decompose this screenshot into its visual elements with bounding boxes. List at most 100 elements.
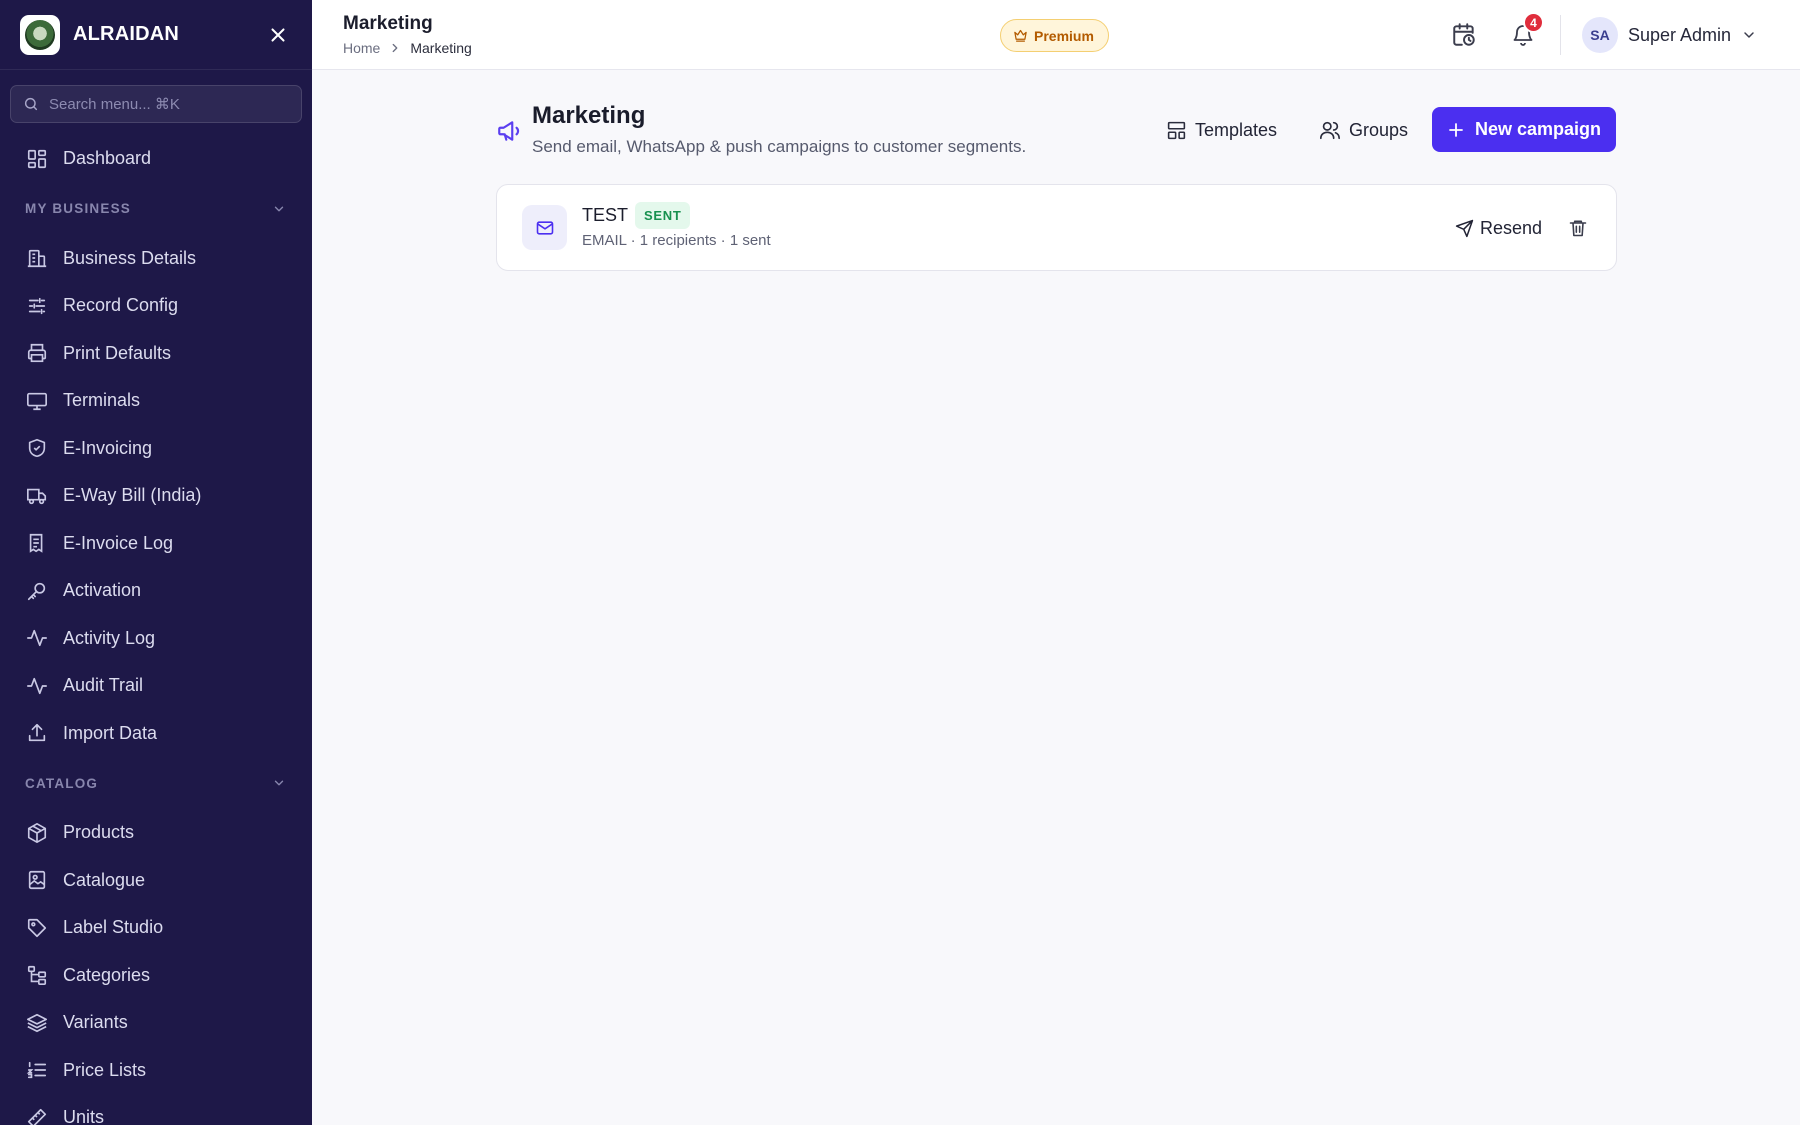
marketing-subtitle: Send email, WhatsApp & push campaigns to… bbox=[532, 137, 1027, 156]
crown-icon bbox=[1014, 29, 1027, 42]
monitor-icon bbox=[27, 392, 47, 410]
tag-icon bbox=[27, 918, 47, 937]
sidebar-item-catalogue[interactable]: Catalogue bbox=[0, 857, 312, 905]
key-icon bbox=[27, 582, 46, 600]
sidebar-item-label: Terminals bbox=[63, 390, 141, 411]
groups-button[interactable]: Groups bbox=[1309, 108, 1418, 152]
section-catalog[interactable]: CATALOG bbox=[0, 757, 312, 809]
sidebar-item-price-lists[interactable]: Price Lists bbox=[0, 1047, 312, 1095]
sidebar-item-print-defaults[interactable]: Print Defaults bbox=[0, 330, 312, 378]
breadcrumb-home[interactable]: Home bbox=[343, 40, 380, 56]
search-icon bbox=[24, 97, 38, 111]
page-title: Marketing bbox=[343, 13, 433, 34]
tree-icon bbox=[27, 966, 47, 986]
campaign-type-badge bbox=[522, 205, 567, 250]
sidebar-item-label: E-Way Bill (India) bbox=[63, 485, 202, 506]
sidebar-item-e-way-bill[interactable]: E-Way Bill (India) bbox=[0, 472, 312, 520]
sidebar-item-label: Business Details bbox=[63, 247, 197, 268]
marketing-title: Marketing bbox=[532, 102, 646, 129]
mail-icon bbox=[536, 220, 553, 235]
campaign-card[interactable]: TEST SENT EMAIL · 1 recipients · 1 sent … bbox=[496, 184, 1617, 271]
sidebar-item-label: E-Invoicing bbox=[63, 437, 153, 458]
sidebar-brand: ALRAIDAN bbox=[0, 0, 312, 70]
sidebar-item-label: Catalogue bbox=[63, 869, 146, 890]
section-my-business[interactable]: MY BUSINESS bbox=[0, 183, 312, 235]
templates-button[interactable]: Templates bbox=[1156, 108, 1287, 152]
sidebar-item-label: Label Studio bbox=[63, 917, 164, 938]
resend-button[interactable]: Resend bbox=[1455, 213, 1542, 243]
templates-label: Templates bbox=[1195, 119, 1278, 140]
chevron-right-icon bbox=[392, 43, 398, 53]
campaign-meta: EMAIL · 1 recipients · 1 sent bbox=[582, 232, 771, 249]
sidebar-item-label: Dashboard bbox=[63, 148, 152, 169]
printer-icon bbox=[27, 344, 47, 363]
template-layout-icon bbox=[1167, 121, 1186, 139]
sidebar-item-label: Audit Trail bbox=[63, 675, 144, 696]
sidebar-item-categories[interactable]: Categories bbox=[0, 952, 312, 1000]
sidebar-item-label: Variants bbox=[63, 1012, 128, 1033]
sidebar-item-label: Print Defaults bbox=[63, 342, 172, 363]
sidebar-item-label: Record Config bbox=[63, 295, 179, 316]
resend-label: Resend bbox=[1480, 217, 1543, 238]
delete-campaign-button[interactable] bbox=[1563, 213, 1593, 243]
dashboard-icon bbox=[27, 149, 47, 168]
close-sidebar-button[interactable] bbox=[264, 21, 292, 49]
sidebar-item-variants[interactable]: Variants bbox=[0, 999, 312, 1047]
campaign-name: TEST bbox=[582, 205, 629, 225]
brand-logo[interactable] bbox=[20, 14, 60, 55]
sidebar-item-dashboard[interactable]: Dashboard bbox=[0, 135, 312, 183]
schedule-button[interactable] bbox=[1447, 18, 1481, 52]
brand-name: ALRAIDAN bbox=[73, 23, 180, 45]
new-campaign-button[interactable]: New campaign bbox=[1432, 107, 1616, 152]
receipt-icon bbox=[29, 534, 43, 554]
section-title: MY BUSINESS bbox=[25, 201, 131, 216]
sidebar-item-label: Price Lists bbox=[63, 1059, 147, 1080]
calendar-clock-icon bbox=[1453, 23, 1475, 46]
section-title: CATALOG bbox=[25, 775, 99, 791]
users-icon bbox=[1320, 121, 1340, 140]
breadcrumb-current: Marketing bbox=[410, 40, 472, 56]
top-bar: Marketing Home Marketing Premium 4 SA Su… bbox=[312, 0, 1800, 70]
sidebar-item-label: Units bbox=[63, 1107, 105, 1125]
sidebar-item-label: Activation bbox=[63, 580, 142, 601]
sidebar-item-label-studio[interactable]: Label Studio bbox=[0, 904, 312, 952]
sidebar-item-label: Activity Log bbox=[63, 627, 156, 648]
sidebar-item-import-data[interactable]: Import Data bbox=[0, 710, 312, 758]
upload-icon bbox=[28, 724, 46, 742]
sidebar-item-label: Import Data bbox=[63, 722, 158, 743]
package-icon bbox=[27, 822, 47, 843]
new-campaign-label: New campaign bbox=[1474, 119, 1602, 139]
megaphone-icon bbox=[498, 121, 520, 141]
sidebar-item-record-config[interactable]: Record Config bbox=[0, 282, 312, 330]
activity-icon bbox=[27, 630, 47, 647]
sidebar-item-audit-trail[interactable]: Audit Trail bbox=[0, 662, 312, 710]
search-input[interactable] bbox=[49, 95, 269, 113]
marketing-header: Marketing Send email, WhatsApp & push ca… bbox=[496, 100, 1618, 164]
user-menu[interactable]: SA Super Admin bbox=[1582, 17, 1757, 53]
sidebar-item-products[interactable]: Products bbox=[0, 809, 312, 857]
topbar-divider bbox=[1560, 15, 1561, 55]
notifications-button[interactable]: 4 bbox=[1506, 12, 1544, 52]
sidebar-item-business-details[interactable]: Business Details bbox=[0, 235, 312, 283]
sidebar-item-units[interactable]: Units bbox=[0, 1094, 312, 1125]
sidebar-item-activity-log[interactable]: Activity Log bbox=[0, 615, 312, 663]
sidebar-item-e-invoicing[interactable]: E-Invoicing bbox=[0, 425, 312, 473]
sidebar: ALRAIDAN Dashboard MY BUSINESS Business … bbox=[0, 0, 312, 1125]
sidebar-item-e-invoice-log[interactable]: E-Invoice Log bbox=[0, 520, 312, 568]
premium-label: Premium bbox=[1034, 27, 1094, 44]
shield-check-icon bbox=[28, 439, 46, 458]
plus-icon bbox=[1449, 122, 1463, 137]
groups-label: Groups bbox=[1349, 119, 1409, 140]
avatar: SA bbox=[1582, 17, 1618, 53]
truck-icon bbox=[27, 488, 47, 504]
sidebar-item-label: Products bbox=[63, 822, 135, 843]
trash-icon bbox=[1569, 220, 1587, 237]
chevron-down-icon bbox=[274, 206, 284, 211]
sidebar-item-activation[interactable]: Activation bbox=[0, 567, 312, 615]
activity-icon bbox=[27, 677, 47, 694]
sidebar-item-label: E-Invoice Log bbox=[63, 532, 174, 553]
image-book-icon bbox=[28, 871, 46, 890]
premium-badge[interactable]: Premium bbox=[1000, 19, 1109, 52]
sidebar-item-terminals[interactable]: Terminals bbox=[0, 377, 312, 425]
sidebar-search[interactable] bbox=[10, 85, 302, 123]
